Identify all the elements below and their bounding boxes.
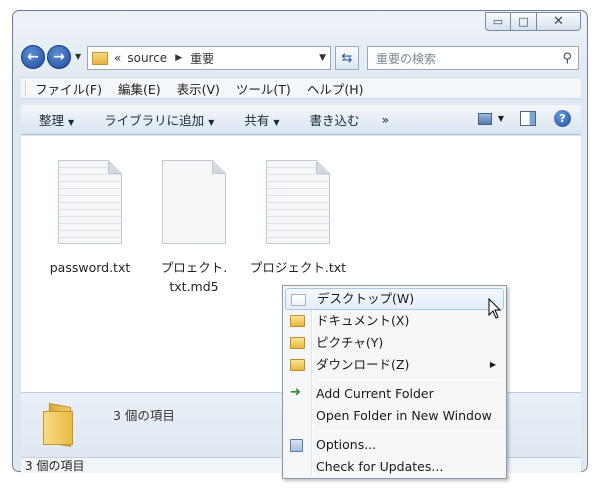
file-name-line2: txt.md5	[169, 279, 219, 294]
chevron-down-icon: ▼	[273, 118, 280, 127]
file-name: プロェクト.	[160, 260, 228, 275]
add-folder-icon: ➜	[290, 385, 301, 400]
menu-item-label: ドキュメント(X)	[316, 313, 410, 328]
menu-help[interactable]: ヘルプ(H)	[307, 79, 364, 98]
address-chevron[interactable]: «	[114, 51, 121, 65]
add-to-library-button[interactable]: ライブラリに追加 ▼	[104, 110, 214, 129]
item-count: 3 個の項目	[113, 408, 175, 423]
address-dropdown-icon[interactable]: ▼	[319, 53, 326, 63]
menu-grip	[25, 81, 28, 96]
menu-item-label: ダウンロード(Z)	[316, 357, 410, 372]
file-name: プロジェクト.txt	[249, 260, 347, 275]
forward-button[interactable]: →	[47, 45, 71, 69]
search-input[interactable]: 重要の検索 ⚲	[367, 46, 579, 70]
burn-label: 書き込む	[309, 113, 360, 128]
organize-button[interactable]: 整理 ▼	[39, 110, 74, 129]
maximize-icon: □	[518, 15, 529, 28]
blank-file-icon	[162, 160, 226, 244]
change-view-icon[interactable]	[477, 112, 492, 125]
close-button[interactable]: ✕	[537, 12, 581, 31]
menu-item-label: Check for Updates...	[316, 459, 444, 474]
menu-item-options[interactable]: Options...	[285, 434, 504, 456]
options-icon	[290, 439, 303, 452]
text-file-icon	[58, 160, 122, 244]
menu-edit[interactable]: 編集(E)	[118, 79, 161, 98]
forward-arrow-icon: →	[53, 49, 65, 65]
menu-item-desktop[interactable]: デスクトップ(W)	[285, 288, 504, 310]
more-commands-button[interactable]: »	[382, 112, 390, 127]
chevron-down-icon: ▼	[208, 118, 215, 127]
chevron-down-icon: ▼	[68, 118, 75, 127]
refresh-button[interactable]: ⇆	[335, 46, 359, 70]
folder-icon	[92, 51, 108, 65]
view-dropdown-icon[interactable]: ▼	[498, 114, 504, 123]
folder-icon	[290, 315, 305, 327]
back-arrow-icon: ←	[27, 49, 39, 65]
burn-button[interactable]: 書き込む	[310, 110, 360, 129]
menu-bar: ファイル(F) 編集(E) 表示(V) ツール(T) ヘルプ(H)	[21, 77, 581, 99]
address-bar[interactable]: « source ▶ 重要 ▼	[87, 46, 331, 70]
menu-item-pictures[interactable]: ピクチャ(Y)	[285, 332, 504, 354]
help-icon[interactable]: ?	[554, 110, 571, 127]
back-button[interactable]: ←	[21, 45, 45, 69]
minimize-button[interactable]: ▭	[485, 12, 511, 31]
menu-separator	[315, 379, 503, 380]
menu-separator	[315, 430, 503, 431]
menu-view[interactable]: 表示(V)	[177, 79, 220, 98]
preview-pane-icon[interactable]	[520, 111, 536, 126]
submenu-arrow-icon: ▶	[489, 360, 496, 369]
close-icon: ✕	[553, 14, 564, 29]
menu-item-label: デスクトップ(W)	[317, 291, 415, 306]
folder-icon	[43, 403, 81, 447]
context-menu: デスクトップ(W) ドキュメント(X) ピクチャ(Y) ダウンロード(Z) ▶ …	[282, 285, 507, 479]
mouse-cursor-icon	[488, 298, 502, 319]
menu-file[interactable]: ファイル(F)	[35, 79, 102, 98]
minimize-icon: ▭	[492, 15, 504, 28]
caption-buttons: ▭ □ ✕	[485, 12, 581, 31]
view-controls: ▼ ?	[477, 110, 571, 127]
folder-icon	[290, 337, 305, 349]
maximize-button[interactable]: □	[511, 12, 537, 31]
breadcrumb-source[interactable]: source	[127, 51, 167, 65]
menu-item-open-new-window[interactable]: Open Folder in New Window	[285, 405, 504, 427]
address-row: ← → ▼ « source ▶ 重要 ▼ ⇆ 重要の検索 ⚲	[21, 43, 581, 71]
menu-item-check-updates[interactable]: Check for Updates...	[285, 456, 504, 478]
folder-icon	[291, 294, 306, 306]
menu-item-label: ピクチャ(Y)	[316, 335, 384, 350]
command-bar: 整理 ▼ ライブラリに追加 ▼ 共有 ▼ 書き込む » ▼ ?	[21, 105, 581, 135]
refresh-icon: ⇆	[341, 50, 353, 66]
menu-item-label: Add Current Folder	[316, 386, 434, 401]
search-icon[interactable]: ⚲	[562, 51, 572, 66]
share-button[interactable]: 共有 ▼	[244, 110, 279, 129]
file-item[interactable]: password.txt	[35, 160, 145, 277]
folder-icon	[290, 359, 305, 371]
file-item[interactable]: プロジェクト.txt	[243, 160, 353, 277]
organize-label: 整理	[39, 113, 65, 128]
recent-pages-dropdown[interactable]: ▼	[75, 52, 81, 61]
menu-item-downloads[interactable]: ダウンロード(Z) ▶	[285, 354, 504, 376]
share-label: 共有	[244, 113, 270, 128]
breadcrumb-current[interactable]: 重要	[190, 50, 214, 67]
file-item[interactable]: プロェクト. txt.md5	[139, 160, 249, 296]
more-commands-icon: »	[381, 112, 390, 127]
add-to-library-label: ライブラリに追加	[104, 113, 205, 128]
menu-item-label: Options...	[316, 437, 377, 452]
menu-tools[interactable]: ツール(T)	[236, 79, 291, 98]
menu-item-label: Open Folder in New Window	[316, 408, 492, 423]
search-placeholder: 重要の検索	[376, 51, 437, 66]
text-file-icon	[266, 160, 330, 244]
menu-item-documents[interactable]: ドキュメント(X)	[285, 310, 504, 332]
breadcrumb-separator-icon[interactable]: ▶	[175, 53, 182, 63]
file-name: password.txt	[49, 260, 131, 275]
status-text: 3 個の項目	[25, 459, 85, 473]
menu-item-add-current-folder[interactable]: ➜ Add Current Folder	[285, 383, 504, 405]
